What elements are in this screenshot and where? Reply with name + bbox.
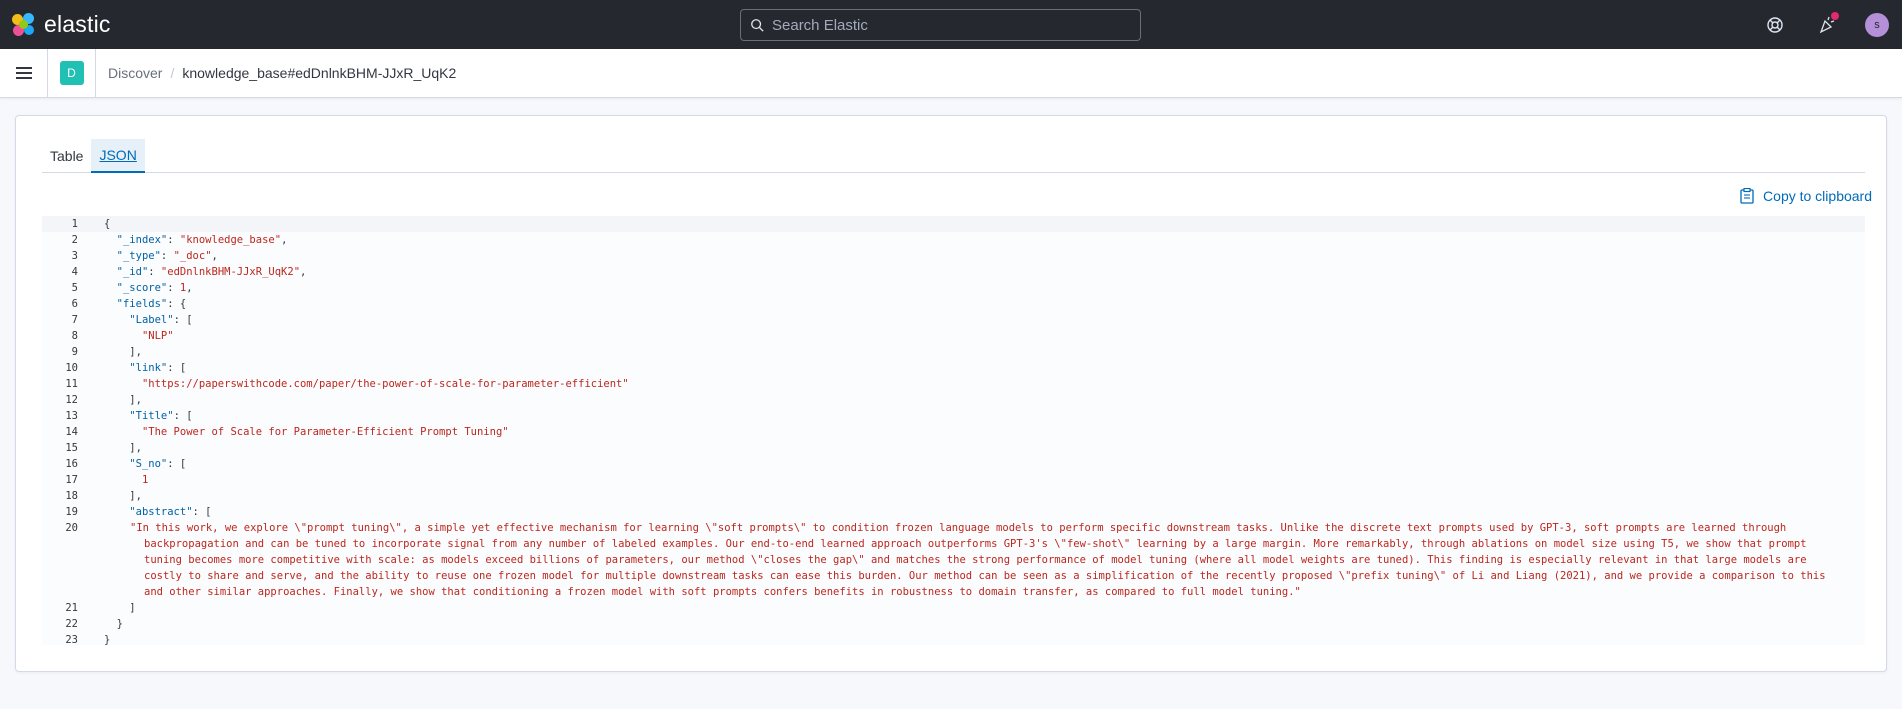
app-badge: D (59, 61, 84, 85)
json-value-index: knowledge_base (186, 234, 275, 246)
code-line: 2 "_index": "knowledge_base", (42, 232, 1865, 248)
code-line: 3 "_type": "_doc", (42, 248, 1865, 264)
json-value-id: edDnlnkBHM-JJxR_UqK2 (167, 266, 294, 278)
app-switcher[interactable]: D (48, 49, 96, 97)
code-line: 13 "Title": [ (42, 408, 1865, 424)
json-value-score: 1 (179, 282, 187, 294)
news-feed-button[interactable] (1812, 10, 1842, 40)
breadcrumb-current: knowledge_base#edDnlnkBHM-JJxR_UqK2 (182, 65, 457, 81)
line-number: 1 (71, 218, 78, 230)
line-number: 7 (71, 314, 78, 326)
code-line: 14 "The Power of Scale for Parameter-Eff… (42, 424, 1865, 440)
code-line: 21 ] (42, 600, 1865, 616)
breadcrumb-separator: / (170, 65, 175, 81)
line-number: 20 (65, 522, 78, 534)
line-number: 21 (65, 602, 78, 614)
line-number: 18 (65, 490, 78, 502)
code-line: 9 ], (42, 344, 1865, 360)
line-number: 9 (71, 346, 78, 358)
elastic-home-link[interactable]: elastic (12, 0, 111, 49)
code-line: 22 } (42, 616, 1865, 632)
hamburger-icon (15, 67, 32, 79)
code-line: 8 "NLP" (42, 328, 1865, 344)
line-number: 14 (65, 426, 78, 438)
copy-button-label: Copy to clipboard (1763, 188, 1872, 204)
search-icon (751, 19, 764, 32)
line-number: 17 (65, 474, 78, 486)
breadcrumb-discover[interactable]: Discover (108, 65, 162, 81)
search-input[interactable] (772, 16, 1112, 34)
line-number: 16 (65, 458, 78, 470)
main-menu-button[interactable] (0, 49, 48, 97)
line-number: 23 (65, 634, 78, 646)
elastic-logo-icon (12, 12, 36, 37)
user-menu-button[interactable]: s (1862, 10, 1892, 40)
code-line: 23} (42, 632, 1865, 648)
code-line: 10 "link": [ (42, 360, 1865, 376)
help-button[interactable] (1760, 10, 1790, 40)
json-value-s-no: 1 (141, 474, 149, 486)
top-header: elastic s (0, 0, 1902, 49)
line-number: 13 (65, 410, 78, 422)
line-number: 6 (71, 298, 78, 310)
code-line: 19 "abstract": [ (42, 504, 1865, 520)
code-line: 4 "_id": "edDnlnkBHM-JJxR_UqK2", (42, 264, 1865, 280)
json-value-abstract: In this work, we explore \"prompt tuning… (136, 522, 1832, 598)
help-icon (1767, 16, 1783, 33)
code-line: 11 "https://paperswithcode.com/paper/the… (42, 376, 1865, 392)
json-value-link: https://paperswithcode.com/paper/the-pow… (148, 378, 623, 390)
line-number: 11 (65, 378, 78, 390)
view-tabs: Table JSON (42, 139, 1865, 173)
notification-dot (1831, 11, 1839, 20)
copy-clipboard-icon (1740, 188, 1754, 204)
line-number: 8 (71, 330, 78, 342)
code-line: 12 ], (42, 392, 1865, 408)
line-number: 3 (71, 250, 78, 262)
global-search[interactable] (740, 9, 1141, 41)
line-number: 2 (71, 234, 78, 246)
code-line: 16 "S_no": [ (42, 456, 1865, 472)
json-value-title: The Power of Scale for Parameter-Efficie… (148, 426, 503, 438)
line-number: 12 (65, 394, 78, 406)
code-line: 1{ (42, 216, 1865, 232)
brand-name: elastic (44, 11, 111, 37)
code-line: 17 1 (42, 472, 1865, 488)
tab-json[interactable]: JSON (91, 139, 145, 173)
code-line: 20 "In this work, we explore \"prompt tun… (42, 520, 1865, 600)
line-number: 22 (65, 618, 78, 630)
line-number: 4 (71, 266, 78, 278)
tab-table[interactable]: Table (42, 139, 91, 173)
code-line: 6 "fields": { (42, 296, 1865, 312)
code-line: 18 ], (42, 488, 1865, 504)
breadcrumb-bar: D Discover / knowledge_base#edDnlnkBHM-J… (0, 49, 1902, 98)
code-line: 5 "_score": 1, (42, 280, 1865, 296)
line-number: 15 (65, 442, 78, 454)
code-line: 15 ], (42, 440, 1865, 456)
line-number: 10 (65, 362, 78, 374)
json-value-label: NLP (148, 330, 168, 342)
avatar: s (1865, 12, 1889, 37)
code-line: 7 "Label": [ (42, 312, 1865, 328)
copy-to-clipboard-button[interactable]: Copy to clipboard (1740, 188, 1872, 204)
line-number: 5 (71, 282, 78, 294)
json-value-type: _doc (179, 250, 206, 262)
document-panel: Table JSON Copy to clipboard 1{ 2 "_inde… (15, 115, 1887, 672)
line-number: 19 (65, 506, 78, 518)
json-code-block: 1{ 2 "_index": "knowledge_base", 3 "_typ… (42, 216, 1865, 648)
